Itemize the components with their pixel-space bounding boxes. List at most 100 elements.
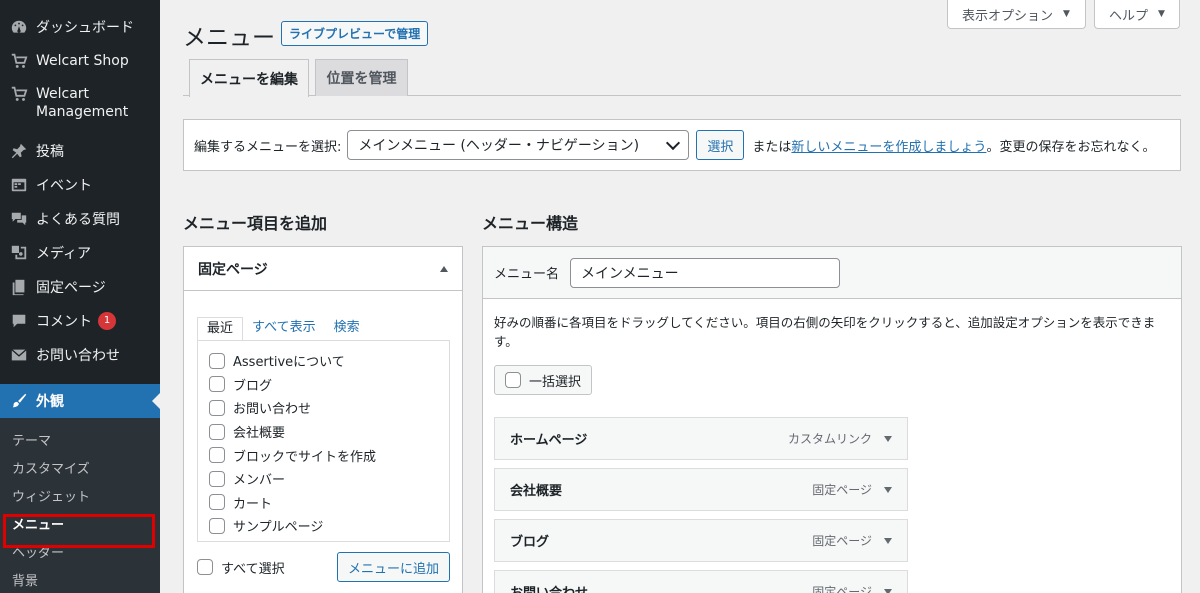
menu-item-row[interactable]: 会社概要 固定ページ bbox=[494, 468, 908, 511]
bulk-select-button[interactable]: 一括選択 bbox=[494, 365, 593, 395]
collapse-arrow-icon[interactable] bbox=[440, 265, 448, 272]
sidebar-item-faq[interactable]: よくある質問 bbox=[0, 202, 160, 236]
menu-item-row[interactable]: お問い合わせ 固定ページ bbox=[494, 570, 908, 593]
menu-select-bar: 編集するメニューを選択: メインメニュー (ヘッダー・ナビゲーション) 選択 ま… bbox=[183, 119, 1181, 171]
expand-arrow-icon[interactable] bbox=[884, 588, 892, 593]
caret-down-icon: ▼ bbox=[1158, 9, 1165, 19]
bulk-select-checkbox[interactable] bbox=[505, 372, 521, 388]
page-label: ブロックでサイトを作成 bbox=[233, 449, 377, 465]
sidebar-item-label: 固定ページ bbox=[36, 280, 106, 296]
menu-select-dropdown[interactable]: メインメニュー (ヘッダー・ナビゲーション) bbox=[347, 130, 690, 160]
submenu-item-customize[interactable]: カスタマイズ bbox=[0, 456, 160, 484]
menu-name-input[interactable]: メインメニュー bbox=[570, 257, 841, 288]
create-new-menu-link[interactable]: 新しいメニューを作成しましょう bbox=[791, 136, 986, 155]
admin-sidebar: ダッシュボード Welcart Shop Welcart Management … bbox=[0, 0, 160, 593]
bulk-select-label: 一括選択 bbox=[529, 374, 582, 390]
checkbox[interactable] bbox=[209, 447, 225, 464]
menu-item-title: ホームページ bbox=[510, 433, 588, 448]
select-all-checkbox[interactable] bbox=[197, 559, 213, 575]
checkbox[interactable] bbox=[209, 423, 225, 440]
page-label: お問い合わせ bbox=[233, 402, 312, 418]
sidebar-item-welcart-management[interactable]: Welcart Management bbox=[0, 78, 160, 134]
dashboard-icon bbox=[10, 18, 28, 36]
list-item[interactable]: ブロックでサイトを作成 bbox=[209, 443, 449, 467]
cart-icon bbox=[10, 52, 28, 70]
select-button[interactable]: 選択 bbox=[696, 130, 745, 160]
pages-checklist: Assertiveについて ブログ お問い合わせ 会社概要 ブロックでサイトを作… bbox=[197, 340, 450, 542]
select-bar-text-after: 。変更の保存をお忘れなく。 bbox=[986, 139, 1156, 155]
sidebar-item-label: コメント bbox=[36, 314, 92, 330]
sidebar-item-welcart-shop[interactable]: Welcart Shop bbox=[0, 44, 160, 78]
list-item[interactable]: カート bbox=[209, 491, 449, 515]
sidebar-item-posts[interactable]: 投稿 bbox=[0, 134, 160, 168]
sidebar-item-pages[interactable]: 固定ページ bbox=[0, 270, 160, 304]
pin-icon bbox=[10, 142, 28, 160]
cart-icon bbox=[10, 85, 28, 103]
page-label: サンプルページ bbox=[233, 520, 324, 536]
sidebar-item-label: ダッシュボード bbox=[36, 20, 134, 36]
submenu-item-widgets[interactable]: ウィジェット bbox=[0, 484, 160, 512]
page-label: ブログ bbox=[233, 378, 273, 394]
menu-name-row: メニュー名 メインメニュー bbox=[483, 247, 1181, 299]
page-title: メニュー bbox=[183, 25, 275, 51]
menu-item-row[interactable]: ホームページ カスタムリンク bbox=[494, 417, 908, 460]
menu-structure-panel: メニュー名 メインメニュー 好みの順番に各項目をドラッグしてください。項目の右側… bbox=[482, 246, 1182, 593]
menu-structure-description: 好みの順番に各項目をドラッグしてください。項目の右側の矢印をクリックすると、追加… bbox=[494, 315, 1156, 349]
pages-accordion-header[interactable]: 固定ページ bbox=[184, 247, 462, 291]
sidebar-item-label: お問い合わせ bbox=[36, 348, 120, 364]
sidebar-item-label: 投稿 bbox=[36, 144, 64, 160]
sidebar-item-label: イベント bbox=[36, 178, 92, 194]
page-label: カート bbox=[233, 496, 273, 512]
submenu-item-background[interactable]: 背景 bbox=[0, 568, 160, 593]
list-item[interactable]: 会社概要 bbox=[209, 420, 449, 444]
live-preview-button[interactable]: ライブプレビューで管理 bbox=[281, 21, 429, 46]
sidebar-item-label: よくある質問 bbox=[36, 212, 120, 228]
menu-item-row[interactable]: ブログ 固定ページ bbox=[494, 519, 908, 562]
select-bar-text-before: または bbox=[752, 139, 792, 155]
checkbox[interactable] bbox=[209, 494, 225, 511]
tab-view-all[interactable]: すべて表示 bbox=[243, 317, 325, 341]
add-menu-items-heading: メニュー項目を追加 bbox=[183, 214, 328, 233]
mail-icon bbox=[10, 346, 28, 364]
sidebar-item-comments[interactable]: コメント 1 bbox=[0, 304, 160, 338]
list-item[interactable]: ブログ bbox=[209, 373, 449, 397]
tab-manage-locations[interactable]: 位置を管理 bbox=[315, 59, 408, 96]
sidebar-item-appearance[interactable]: 外観 bbox=[0, 384, 160, 418]
list-item[interactable]: お問い合わせ bbox=[209, 396, 449, 420]
menu-item-type: 固定ページ bbox=[812, 483, 872, 497]
checkbox[interactable] bbox=[209, 517, 225, 534]
list-item[interactable]: サンプルページ bbox=[209, 514, 449, 538]
submenu-item-themes[interactable]: テーマ bbox=[0, 428, 160, 456]
expand-arrow-icon[interactable] bbox=[884, 537, 892, 544]
tab-recent[interactable]: 最近 bbox=[197, 317, 244, 341]
sidebar-item-media[interactable]: メディア bbox=[0, 236, 160, 270]
sidebar-item-label: Welcart Management bbox=[36, 86, 129, 120]
brush-icon bbox=[10, 392, 28, 410]
help-button[interactable]: ヘルプ ▼ bbox=[1094, 0, 1180, 29]
expand-arrow-icon[interactable] bbox=[884, 435, 892, 442]
screen-options-label: 表示オプション bbox=[962, 8, 1054, 24]
checkbox[interactable] bbox=[209, 376, 225, 393]
list-item[interactable]: メンバー bbox=[209, 467, 449, 491]
sidebar-item-events[interactable]: イベント bbox=[0, 168, 160, 202]
menu-select-value: メインメニュー (ヘッダー・ナビゲーション) bbox=[358, 138, 640, 154]
list-item[interactable]: Assertiveについて bbox=[209, 349, 449, 373]
comment-count-badge: 1 bbox=[98, 312, 116, 330]
tab-search[interactable]: 検索 bbox=[325, 317, 369, 341]
expand-arrow-icon[interactable] bbox=[884, 486, 892, 493]
add-to-menu-button[interactable]: メニューに追加 bbox=[336, 552, 450, 582]
page-label: Assertiveについて bbox=[233, 355, 345, 371]
checkbox[interactable] bbox=[209, 399, 225, 416]
pages-accordion: 固定ページ 最近 すべて表示 検索 Assertiveについて ブログ お問い合… bbox=[183, 246, 463, 593]
menu-structure-heading: メニュー構造 bbox=[482, 214, 579, 233]
checkbox[interactable] bbox=[209, 352, 225, 369]
media-icon bbox=[10, 244, 28, 262]
select-all-row[interactable]: すべて選択 bbox=[197, 558, 285, 577]
tab-edit-menus[interactable]: メニューを編集 bbox=[189, 59, 309, 97]
calendar-icon bbox=[10, 176, 28, 194]
screen-options-button[interactable]: 表示オプション ▼ bbox=[947, 0, 1086, 29]
checkbox[interactable] bbox=[209, 470, 225, 487]
page-icon bbox=[10, 278, 28, 296]
sidebar-item-contact[interactable]: お問い合わせ bbox=[0, 338, 160, 372]
sidebar-item-dashboard[interactable]: ダッシュボード bbox=[0, 10, 160, 44]
